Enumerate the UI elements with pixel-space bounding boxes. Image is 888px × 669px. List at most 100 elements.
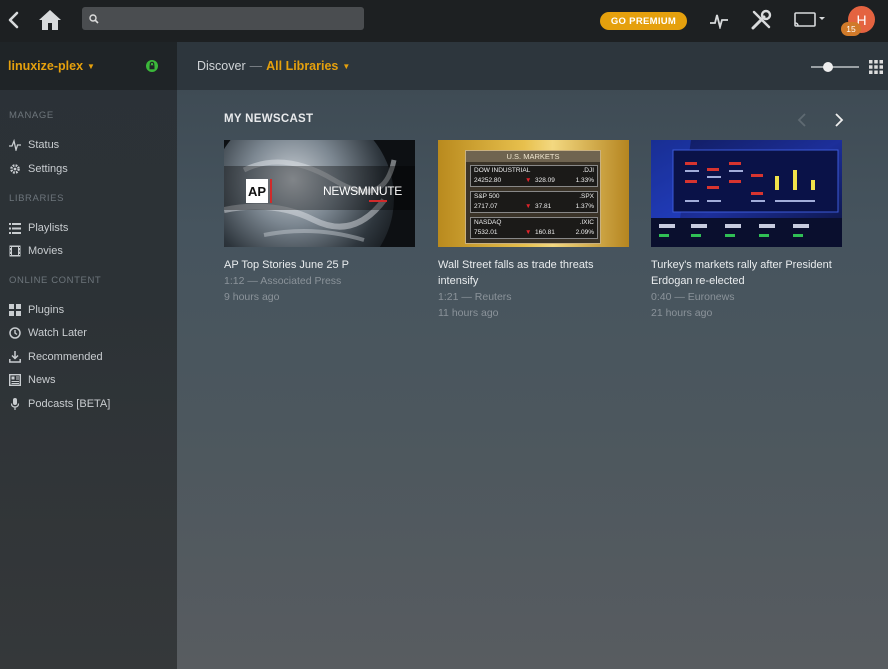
market-row: NASDAQ .IXIC 7532.01 ▼ 160.81 2.09% [470,217,598,239]
sidebar-item-label: Settings [28,163,68,175]
market-change: 160.81 [535,229,555,236]
sidebar-item-label: Watch Later [28,327,87,339]
sidebar-item-status[interactable]: Status [8,137,59,153]
search-input[interactable] [105,11,355,26]
grid-icon [8,303,22,317]
main-content: Discover — All Libraries ▼ MY NEWSCAST A… [177,42,888,669]
poster-size-slider[interactable] [811,66,859,68]
lock-icon [146,60,158,72]
card-title[interactable]: AP Top Stories June 25 P [224,257,415,273]
back-button[interactable] [4,8,22,32]
sidebar-item-podcasts[interactable]: Podcasts [BETA] [8,396,110,412]
market-change: 328.09 [535,177,555,184]
video-thumbnail[interactable]: AP NEWSMINUTE [224,140,415,247]
market-row: S&P 500 .SPX 2717.07 ▼ 37.81 1.37% [470,191,598,213]
search-bar[interactable] [82,7,364,30]
activity-icon [710,14,728,29]
sidebar-item-label: News [28,374,56,386]
market-ticker: .DJI [582,167,594,174]
activity-icon [8,138,22,152]
sidebar-item-plugins[interactable]: Plugins [8,302,64,318]
card-meta: 1:12 — Associated Press [224,275,342,287]
server-name: linuxize-plex [8,59,84,73]
slider-handle[interactable] [823,62,833,72]
chevron-left-icon[interactable] [795,112,809,128]
sidebar-item-playlists[interactable]: Playlists [8,220,68,236]
down-arrow-icon: ▼ [525,177,532,184]
sidebar-item-watch-later[interactable]: Watch Later [8,325,87,341]
sidebar-item-label: Movies [28,245,63,257]
breadcrumb: Discover — All Libraries ▼ [177,42,888,90]
download-icon [8,350,22,364]
card-title[interactable]: Turkey's markets rally after President E… [651,257,842,289]
market-ticker: .SPX [579,193,594,200]
market-name: NASDAQ [474,219,502,226]
breadcrumb-separator: — [249,59,263,73]
search-icon [89,13,99,24]
sidebar-item-recommended[interactable]: Recommended [8,349,103,365]
film-icon [8,244,22,258]
section-heading: MY NEWSCAST [224,113,314,125]
newsminute-label: NEWSMINUTE [323,184,402,198]
sidebar-item-settings[interactable]: Settings [8,161,68,177]
sidebar-item-label: Podcasts [BETA] [28,398,111,410]
library-selector[interactable]: All Libraries [266,59,338,73]
video-thumbnail[interactable] [651,140,842,247]
sidebar-item-label: Plugins [28,304,65,316]
section-title-online-content: ONLINE CONTENT [9,275,102,286]
markets-header: U.S. MARKETS [466,151,600,162]
market-pct: 1.37% [575,203,594,210]
microphone-icon [8,397,22,411]
go-premium-button[interactable]: GO PREMIUM [600,12,687,30]
markets-panel: U.S. MARKETS DOW INDUSTRIAL .DJI 24252.8… [465,150,601,244]
card-age: 21 hours ago [651,307,713,319]
activity-button[interactable] [708,9,730,31]
home-icon [39,10,61,30]
market-price: 2717.07 [474,203,498,210]
market-row: DOW INDUSTRIAL .DJI 24252.80 ▼ 328.09 1.… [470,165,598,187]
section-title-libraries: LIBRARIES [9,193,65,204]
video-thumbnail[interactable]: U.S. MARKETS DOW INDUSTRIAL .DJI 24252.8… [438,140,629,247]
sidebar: linuxize-plex ▼ MANAGE Status Settings L… [0,42,177,669]
card-meta: 0:40 — Euronews [651,291,735,303]
card-title[interactable]: Wall Street falls as trade threats inten… [438,257,629,289]
card-meta: 1:21 — Reuters [438,291,512,303]
sidebar-item-label: Status [28,139,60,151]
gear-icon [8,162,22,176]
chevron-right-icon[interactable] [832,112,846,128]
ap-logo: AP [248,184,267,199]
top-bar: GO PREMIUM H 15 [0,0,888,42]
market-name: DOW INDUSTRIAL [474,167,531,174]
settings-tools-button[interactable] [749,8,773,32]
news-card[interactable]: AP NEWSMINUTE AP Top Stories June 25 P 1… [224,140,415,305]
chevron-left-icon [8,11,19,29]
caret-down-icon: ▼ [87,61,95,71]
clock-icon [8,326,22,340]
wrench-screwdriver-icon [751,9,772,30]
sidebar-item-label: Playlists [28,222,69,234]
news-card[interactable]: U.S. MARKETS DOW INDUSTRIAL .DJI 24252.8… [438,140,629,321]
server-selector[interactable]: linuxize-plex ▼ [0,42,177,90]
news-card[interactable]: Turkey's markets rally after President E… [651,140,842,321]
underline-accent [369,200,387,202]
market-price: 7532.01 [474,229,498,236]
market-pct: 1.33% [575,177,594,184]
market-change: 37.81 [535,203,552,210]
sidebar-item-label: Recommended [28,351,103,363]
down-arrow-icon: ▼ [525,229,532,236]
down-arrow-icon: ▼ [525,203,532,210]
caret-down-icon: ▼ [342,61,351,71]
list-icon [8,221,22,235]
grid-view-icon[interactable] [869,60,883,74]
market-pct: 2.09% [575,229,594,236]
sidebar-item-movies[interactable]: Movies [8,243,63,259]
notification-badge: 15 [841,22,861,36]
home-button[interactable] [36,6,64,34]
sidebar-item-news[interactable]: News [8,372,56,388]
breadcrumb-discover[interactable]: Discover [197,59,246,73]
market-ticker: .IXIC [579,219,594,226]
cast-icon [794,12,825,27]
newspaper-icon [8,373,22,387]
card-age: 11 hours ago [438,307,499,319]
cast-button[interactable] [793,10,827,30]
